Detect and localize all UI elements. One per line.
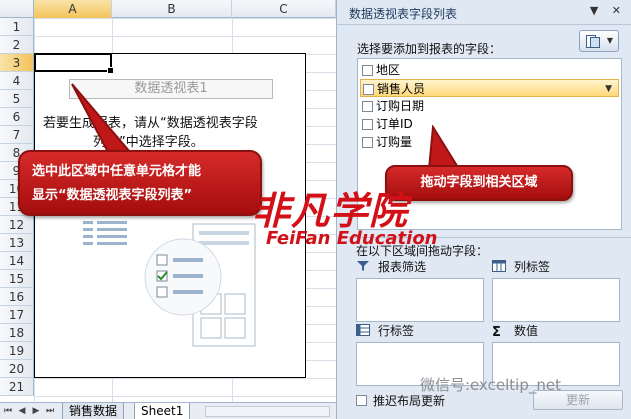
field-label: 订购日期 [376,99,425,113]
feifan-watermark: 非凡学院 FeiFan Education [240,180,460,270]
row-header-7[interactable]: 7 [0,126,34,144]
pivot-illustration-icon [83,221,256,347]
row-header-19[interactable]: 19 [0,342,34,360]
row-header-2[interactable]: 2 [0,36,34,54]
field-item-order-date[interactable]: 订购日期 [360,97,619,115]
sheet-tab-bar: ⏮ ◀ ▶ ⏭ 销售数据 Sheet1 [0,402,336,419]
column-header-bar: A B C [0,0,336,18]
row-header-5[interactable]: 5 [0,90,34,108]
field-checkbox[interactable] [362,119,373,130]
row-header-6[interactable]: 6 [0,108,34,126]
values-label: Σ 数值 [492,323,538,339]
choose-fields-label: 选择要添加到报表的字段： [357,42,502,56]
field-checkbox[interactable] [363,84,374,95]
pane-title: 数据透视表字段列表 [349,7,458,21]
prev-sheet-icon[interactable]: ◀ [16,405,28,417]
column-header-b[interactable]: B [112,0,232,18]
column-header-c[interactable]: C [232,0,336,18]
row-header-4[interactable]: 4 [0,72,34,90]
row-header-12[interactable]: 12 [0,216,34,234]
field-item-salesperson[interactable]: 销售人员 ▼ [360,79,619,97]
area-title: 数值 [514,324,539,338]
row-header-16[interactable]: 16 [0,288,34,306]
sheet-tab-sales[interactable]: 销售数据 [62,403,125,419]
field-label: 订单ID [376,117,413,131]
row-header-17[interactable]: 17 [0,306,34,324]
field-item-quantity[interactable]: 订购量 [360,133,619,151]
rows-icon [356,324,370,336]
callout-pointer [71,83,133,153]
sheet-tab-sheet1[interactable]: Sheet1 [134,403,191,419]
area-title: 行标签 [378,324,415,338]
row-header-15[interactable]: 15 [0,270,34,288]
close-icon[interactable]: ✕ [612,4,621,17]
row-header-20[interactable]: 20 [0,360,34,378]
row-header-18[interactable]: 18 [0,324,34,342]
select-all-corner[interactable] [0,0,34,18]
pane-dropdown-icon[interactable]: ▼ [590,4,598,17]
brand-subtitle: FeiFan Education [266,228,438,249]
first-sheet-icon[interactable]: ⏮ [2,405,14,417]
callout-text: 显示“数据透视表字段列表” [32,188,193,203]
field-checkbox[interactable] [362,137,373,148]
chevron-down-icon: ▼ [606,36,613,45]
defer-checkbox[interactable] [356,395,367,406]
callout-pointer [427,125,461,170]
field-checkbox[interactable] [362,65,373,76]
brand-logo: 非凡学院 [252,189,409,233]
select-cell-callout: 选中此区域中任意单元格才能 显示“数据透视表字段列表” [18,150,262,216]
field-menu-chevron-icon[interactable]: ▼ [605,80,612,98]
sigma-icon: Σ [492,325,501,340]
field-item-region[interactable]: 地区 [360,61,619,79]
field-label: 订购量 [376,135,413,149]
row-header-13[interactable]: 13 [0,234,34,252]
column-header-a[interactable]: A [34,0,112,18]
pane-controls: ▼ ✕ [580,4,621,17]
field-label: 销售人员 [377,82,426,96]
column-labels-label: 列标签 [492,259,550,275]
next-sheet-icon[interactable]: ▶ [30,405,42,417]
row-header-1[interactable]: 1 [0,18,34,36]
divider [337,24,631,25]
columns-icon [492,260,506,272]
report-filter-area[interactable] [356,278,484,322]
row-header-3[interactable]: 3 [0,54,34,72]
callout-text: 选中此区域中任意单元格才能 [32,164,202,179]
field-checkbox[interactable] [362,101,373,112]
wechat-watermark: 微信号:exceltip_net [420,376,561,394]
active-cell-a3[interactable] [34,53,114,74]
layout-icon [586,35,600,48]
row-header-21[interactable]: 21 [0,378,34,396]
defer-label: 推迟布局更新 [373,394,446,408]
field-item-order-id[interactable]: 订单ID [360,115,619,133]
layout-options-button[interactable]: ▼ [579,30,619,52]
last-sheet-icon[interactable]: ⏭ [44,405,56,417]
row-labels-label: 行标签 [356,323,414,339]
row-header-14[interactable]: 14 [0,252,34,270]
horizontal-scrollbar[interactable] [205,406,330,417]
field-label: 地区 [376,63,401,77]
area-title: 列标签 [514,260,551,274]
column-labels-area[interactable] [492,278,620,322]
